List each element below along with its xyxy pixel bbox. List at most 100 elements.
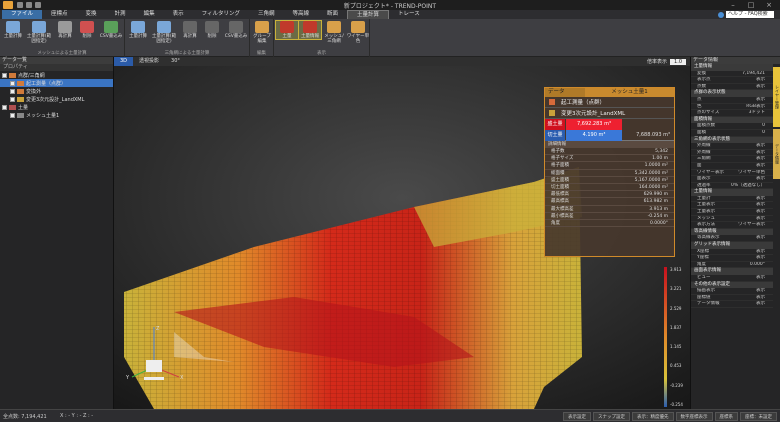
- property-section[interactable]: 土量情報: [691, 189, 773, 196]
- menu-contour[interactable]: 等高線: [284, 10, 319, 19]
- property-section[interactable]: 等高線情報: [691, 228, 773, 236]
- property-section[interactable]: 画面表示情報: [691, 268, 773, 275]
- wire-color-button[interactable]: ワイヤー単色: [346, 21, 370, 44]
- property-row[interactable]: 変換 7,194,421: [691, 71, 773, 78]
- tab-angle[interactable]: 30°: [165, 57, 186, 66]
- property-row[interactable]: 土量表示 表示: [691, 209, 773, 216]
- checkbox[interactable]: [10, 88, 15, 94]
- property-row[interactable]: メッシュ 表示: [691, 216, 773, 223]
- property-row[interactable]: ワイヤー表示 ワイヤー単色: [691, 170, 773, 177]
- mesh-tin-button[interactable]: メッシュ/三角網: [322, 21, 346, 44]
- snap-settings-button[interactable]: スナップ設定: [593, 411, 630, 421]
- info-tab[interactable]: データ情報: [773, 129, 780, 179]
- tin-csv-button[interactable]: CSV書込み: [223, 21, 249, 39]
- checkbox[interactable]: [2, 72, 7, 78]
- details-value: 1.0000 m²: [644, 163, 668, 169]
- header-mesh-label: メッシュ土量1: [611, 89, 648, 95]
- property-section[interactable]: 土量情報: [691, 64, 773, 71]
- tin-volume-button[interactable]: 土量計算: [127, 21, 149, 39]
- coord-system-button[interactable]: 座標系: [714, 411, 738, 421]
- tree-item-design[interactable]: 変更3次元設計_LandXML: [0, 95, 113, 103]
- property-row[interactable]: 座標値 表示: [691, 295, 773, 302]
- mesh-volume-button[interactable]: 土量計算: [2, 21, 24, 39]
- volume-info-button[interactable]: 土量情報: [298, 20, 322, 40]
- 3d-viewport[interactable]: 3D 透視投影 30° 倍率表示 1.0 データ メッシュ土量1 起工測量（点群…: [114, 57, 690, 409]
- property-row[interactable]: 点 表示: [691, 97, 773, 104]
- group-edit-button[interactable]: グループ編集: [251, 21, 273, 44]
- help-icon[interactable]: [718, 11, 724, 18]
- property-row[interactable]: 外周線 表示: [691, 150, 773, 157]
- mesh-recalc-button[interactable]: 再計算: [54, 21, 76, 39]
- property-row[interactable]: 面積点数 0: [691, 123, 773, 130]
- tree-item-pointcloud[interactable]: 点群/三角網: [0, 71, 113, 79]
- menu-points[interactable]: 座標点: [42, 10, 77, 19]
- property-section[interactable]: グリッド表示情報: [691, 242, 773, 249]
- properties-button[interactable]: プロパティ: [0, 64, 113, 71]
- tree-item-mesh-volume[interactable]: メッシュ土量1: [0, 111, 113, 119]
- property-row[interactable]: 色 RGB表示: [691, 104, 773, 111]
- mesh-delete-button[interactable]: 削除: [76, 21, 98, 39]
- help-search-input[interactable]: ヘルプ - FAQ検索: [726, 11, 774, 18]
- property-section[interactable]: 三角網の表示状態: [691, 136, 773, 144]
- property-row[interactable]: 表示点 表示: [691, 77, 773, 84]
- numeric-coords-button[interactable]: 数字座標表示: [675, 411, 713, 421]
- display-settings-button[interactable]: 表示設定: [563, 411, 591, 421]
- property-row[interactable]: データ情報 表示: [691, 301, 773, 308]
- menu-view[interactable]: 表示: [164, 10, 193, 19]
- tree-item-volume[interactable]: 土量: [0, 103, 113, 111]
- property-section[interactable]: 面積情報: [691, 116, 773, 124]
- accuracy-button[interactable]: 表示：精度優先: [632, 411, 674, 421]
- maximize-icon[interactable]: □: [742, 0, 760, 10]
- menu-tin[interactable]: 三角網: [249, 10, 284, 19]
- property-value: 3ドット: [748, 110, 765, 116]
- layer-tab[interactable]: レイヤー管理: [773, 67, 780, 127]
- menu-filtering[interactable]: フィルタリング: [193, 10, 249, 19]
- menu-measure[interactable]: 計測: [106, 10, 135, 19]
- tin-volume-range-button[interactable]: 土量計算(範囲指定): [151, 21, 177, 44]
- wire-icon: [351, 21, 365, 33]
- property-value: 表示: [756, 96, 765, 102]
- property-row[interactable]: 点のサイズ 3ドット: [691, 110, 773, 117]
- view-tabs: 3D 透視投影 30° 倍率表示 1.0: [114, 57, 690, 66]
- property-section[interactable]: その他の表示設定: [691, 281, 773, 289]
- menu-edit[interactable]: 編集: [135, 10, 164, 19]
- menu-volume[interactable]: 土量計算: [347, 10, 390, 19]
- menu-file[interactable]: ファイル: [2, 10, 43, 19]
- tin-recalc-button[interactable]: 再計算: [179, 21, 201, 39]
- property-row[interactable]: 面積 0: [691, 130, 773, 137]
- property-row[interactable]: 土量表示 表示: [691, 202, 773, 210]
- mesh-csv-button[interactable]: CSV書込み: [98, 21, 124, 39]
- property-row[interactable]: X座標 表示: [691, 249, 773, 256]
- checkbox[interactable]: [10, 80, 15, 86]
- property-row[interactable]: 土量計 表示: [691, 196, 773, 203]
- coord-status-button[interactable]: 座標：未設定: [740, 411, 777, 421]
- property-row[interactable]: 描画表示 表示: [691, 288, 773, 295]
- checkbox[interactable]: [10, 112, 15, 118]
- property-row[interactable]: 三角網 表示: [691, 156, 773, 163]
- volume-info-panel: データ メッシュ土量1 起工測量（点群） 変更3次元設計_LandXML 盛土量…: [544, 87, 675, 257]
- minimize-icon[interactable]: –: [724, 0, 742, 10]
- property-row[interactable]: ビュー 表示: [691, 275, 773, 282]
- tree-item-excluded[interactable]: 変換外: [0, 87, 113, 95]
- volume-icon: [9, 104, 16, 110]
- menu-trace[interactable]: トレース: [389, 10, 429, 19]
- mesh-volume-range-button[interactable]: 土量計算(範囲指定): [26, 21, 52, 44]
- tree-item-survey[interactable]: 起工測量（点群）: [0, 79, 113, 87]
- menu-section[interactable]: 断面: [318, 10, 347, 19]
- property-row[interactable]: 外周線 表示: [691, 143, 773, 150]
- checkbox[interactable]: [2, 104, 7, 110]
- tab-3d[interactable]: 3D: [114, 57, 134, 66]
- tab-perspective[interactable]: 透視投影: [133, 57, 165, 66]
- tin-delete-button[interactable]: 削除: [201, 21, 223, 39]
- property-row[interactable]: Y座標 表示: [691, 255, 773, 262]
- volume-toggle-button[interactable]: 土量: [275, 20, 299, 40]
- menu-transform[interactable]: 変換: [77, 10, 106, 19]
- checkbox[interactable]: [10, 96, 15, 102]
- property-row[interactable]: 面表示 表示: [691, 176, 773, 183]
- legend-tick: 3.913: [670, 267, 682, 272]
- close-icon[interactable]: ×: [760, 0, 778, 10]
- property-row[interactable]: 表示方法 ワイヤー表示: [691, 222, 773, 229]
- zoom-input[interactable]: 1.0: [670, 58, 686, 65]
- property-section[interactable]: 点群の表示状態: [691, 90, 773, 97]
- property-row[interactable]: 面 表示: [691, 163, 773, 170]
